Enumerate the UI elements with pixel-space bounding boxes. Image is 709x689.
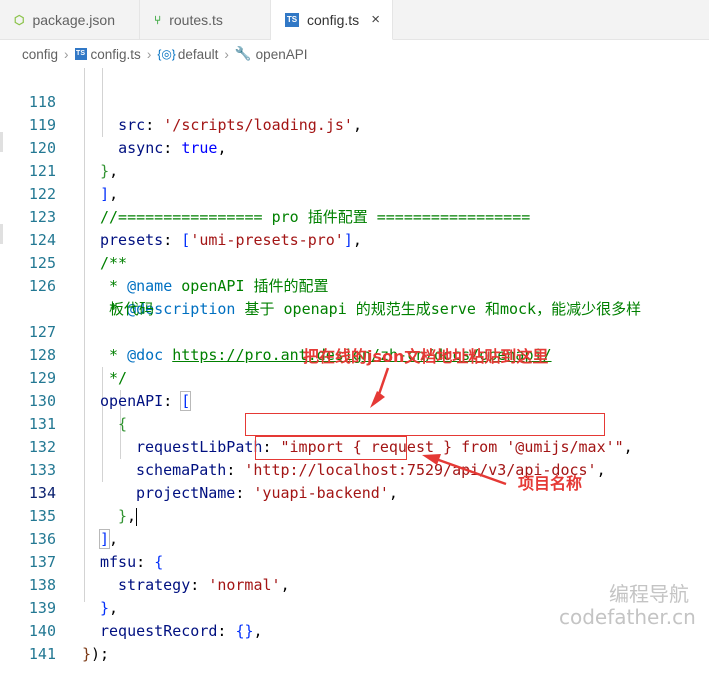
arrow-head-project <box>422 454 441 465</box>
annotation-arrows <box>370 367 507 486</box>
line-number: 141 <box>28 645 56 663</box>
arrow-head-json <box>370 391 385 408</box>
watermark-title: 编程导航 <box>609 582 689 606</box>
watermark-url: codefather.cn <box>559 605 696 629</box>
arrow-line-project <box>435 457 507 486</box>
